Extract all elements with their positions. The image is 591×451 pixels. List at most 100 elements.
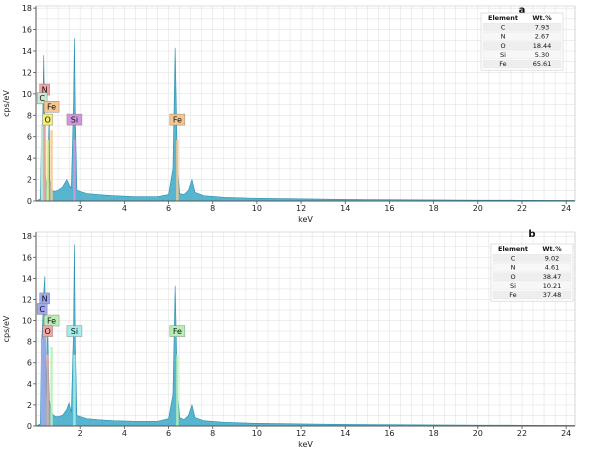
peak-marker (43, 330, 46, 426)
table-cell-wt: 10.21 (543, 282, 562, 290)
y-tick-label: 12 (22, 295, 32, 304)
y-tick-label: 14 (22, 47, 32, 56)
x-tick-label: 12 (296, 429, 306, 438)
peak-label: Fe (47, 103, 56, 112)
peak-label: Fe (173, 327, 182, 336)
x-tick-label: 20 (473, 429, 483, 438)
peak-label: C (39, 305, 45, 314)
table-cell-element: Fe (499, 60, 506, 68)
x-axis-label: keV (298, 440, 313, 449)
x-tick-label: 18 (429, 429, 439, 438)
table-cell-wt: 2.67 (535, 33, 549, 41)
peak-marker (73, 354, 76, 426)
x-tick-label: 6 (166, 429, 171, 438)
table-cell-wt: 7.93 (535, 23, 549, 31)
table-header-element: Element (498, 245, 528, 253)
x-tick-label: 14 (340, 204, 350, 213)
x-tick-label: 8 (210, 204, 215, 213)
x-tick-label: 4 (122, 204, 127, 213)
peak-label: N (42, 294, 48, 303)
x-tick-label: 8 (210, 429, 215, 438)
table-cell-element: Si (500, 51, 506, 59)
peak-marker (40, 123, 44, 201)
x-tick-label: 10 (252, 429, 262, 438)
panel-letter: b (528, 229, 535, 240)
y-tick-label: 8 (27, 338, 32, 347)
y-tick-label: 18 (22, 232, 32, 241)
x-tick-label: 12 (296, 204, 306, 213)
y-tick-label: 16 (22, 26, 32, 35)
peak-marker (43, 117, 46, 201)
table-row (492, 263, 572, 272)
y-tick-label: 18 (22, 4, 32, 13)
x-tick-label: 18 (429, 204, 439, 213)
peak-marker (176, 139, 179, 201)
table-row (482, 23, 562, 32)
y-tick-label: 2 (27, 176, 32, 185)
y-tick-label: 10 (22, 90, 32, 99)
y-axis-label: cps/eV (2, 315, 11, 342)
y-tick-label: 16 (22, 253, 32, 262)
peak-marker (46, 354, 49, 426)
eds-spectra-figure: 2 4 6 8 10 12 14 16 18 20 22 24024681012141618keVcp… (2, 4, 576, 449)
table-cell-wt: 9.02 (545, 254, 559, 262)
y-tick-label: 0 (27, 422, 32, 431)
table-row (482, 32, 562, 41)
x-tick-label: 4 (122, 429, 127, 438)
table-row (492, 254, 572, 263)
x-tick-label: 10 (252, 204, 262, 213)
y-tick-label: 8 (27, 111, 32, 120)
chart-panel-b: 2 4 6 8 10 12 14 16 18 20 22 24024681012141618keVcp… (2, 229, 576, 449)
table-cell-wt: 37.48 (543, 291, 562, 299)
y-axis-label: cps/eV (2, 90, 11, 117)
x-tick-label: 16 (384, 429, 394, 438)
table-cell-element: N (501, 33, 506, 41)
peak-label: O (44, 116, 50, 125)
table-cell-wt: 18.44 (533, 42, 552, 50)
peak-marker (50, 130, 53, 201)
peak-marker (40, 338, 44, 426)
table-cell-wt: 38.47 (543, 273, 562, 281)
table-cell-element: N (511, 264, 516, 272)
x-tick-label: 22 (517, 429, 527, 438)
table-cell-element: C (501, 23, 506, 31)
y-tick-label: 6 (27, 133, 32, 142)
table-row (482, 50, 562, 59)
x-tick-label: 24 (561, 429, 571, 438)
x-tick-label: 2 (78, 204, 83, 213)
x-tick-label: 6 (166, 204, 171, 213)
y-tick-label: 4 (27, 380, 32, 389)
peak-label: Fe (47, 317, 56, 326)
x-tick-label: 24 (561, 204, 571, 213)
table-cell-element: Fe (509, 291, 516, 299)
y-tick-label: 2 (27, 401, 32, 410)
x-tick-label: 20 (473, 204, 483, 213)
peak-marker (46, 139, 49, 201)
peak-marker (50, 346, 53, 426)
y-tick-label: 0 (27, 197, 32, 206)
table-header-wt: Wt.% (532, 14, 552, 22)
table-cell-wt: 65.61 (533, 60, 552, 68)
y-tick-label: 4 (27, 154, 32, 163)
table-cell-element: Si (510, 282, 516, 290)
y-tick-label: 14 (22, 274, 32, 283)
peak-marker (73, 139, 76, 201)
peak-label: Si (71, 327, 78, 336)
y-tick-label: 6 (27, 359, 32, 368)
y-tick-label: 12 (22, 68, 32, 77)
peak-label: Si (71, 116, 78, 125)
x-axis-label: keV (298, 215, 313, 224)
table-cell-wt: 4.61 (545, 264, 559, 272)
table-cell-element: O (500, 42, 505, 50)
peak-marker (176, 354, 179, 426)
x-tick-label: 14 (340, 429, 350, 438)
chart-panel-a: 2 4 6 8 10 12 14 16 18 20 22 24024681012141618keVcp… (2, 4, 576, 224)
x-tick-label: 2 (78, 429, 83, 438)
x-tick-label: 16 (384, 204, 394, 213)
peak-label: Fe (173, 116, 182, 125)
peak-label: O (44, 327, 50, 336)
y-tick-label: 10 (22, 317, 32, 326)
table-header-wt: Wt.% (542, 245, 562, 253)
table-cell-element: O (510, 273, 515, 281)
table-header-element: Element (488, 14, 518, 22)
